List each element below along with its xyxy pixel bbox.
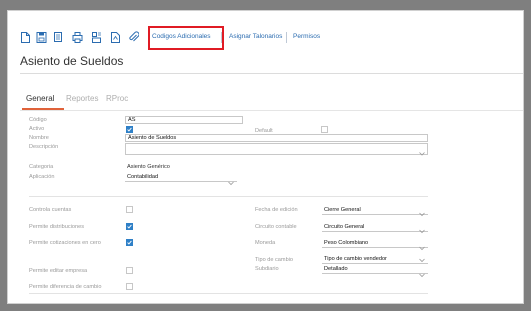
moneda-label: Moneda	[255, 240, 276, 246]
nombre-field[interactable]: Asiento de Sueldos	[125, 134, 428, 142]
chevron-down-icon	[419, 229, 425, 234]
window: Codigos Adicionales Asignar Talonarios P…	[7, 10, 524, 304]
print-icon[interactable]	[72, 31, 83, 44]
tab-general[interactable]: General	[26, 94, 54, 103]
permisos-link[interactable]: Permisos	[293, 33, 320, 40]
activo-label: Activo	[29, 126, 45, 132]
divider	[20, 73, 523, 74]
chevron-down-icon	[419, 258, 425, 263]
permite-editar-empresa-checkbox[interactable]	[126, 267, 133, 274]
categoria-label: Categoria	[29, 164, 54, 170]
new-document-icon[interactable]	[20, 31, 31, 44]
codigo-label: Código	[29, 117, 47, 123]
tab-rproc[interactable]: RProc	[106, 94, 128, 103]
asignar-talonarios-link[interactable]: Asignar Talonarios	[229, 33, 282, 40]
moneda-select[interactable]: Peso Colombiano	[322, 239, 428, 248]
chevron-down-icon	[419, 212, 425, 217]
subdiario-value: Detallado	[324, 266, 348, 272]
descripcion-label: Descripción	[29, 144, 59, 150]
export-icon[interactable]	[110, 31, 121, 44]
chevron-down-icon	[419, 152, 425, 156]
tab-reportes[interactable]: Reportes	[66, 94, 98, 103]
tipo-cambio-value: Tipo de cambio vendedor	[324, 256, 387, 262]
controla-cuentas-checkbox[interactable]	[126, 206, 133, 213]
fecha-edicion-label: Fecha de edición	[255, 207, 298, 213]
subdiario-select[interactable]: Detallado	[322, 265, 428, 274]
circuito-contable-select[interactable]: Circuito General	[322, 223, 428, 232]
divider	[20, 110, 523, 111]
aplicacion-select[interactable]: Contabilidad	[125, 173, 237, 182]
tipo-cambio-select[interactable]: Tipo de cambio vendedor	[322, 255, 428, 264]
fecha-edicion-select[interactable]: Cierre General	[322, 206, 428, 215]
categoria-value: Asiento Genérico	[127, 164, 170, 170]
subdiario-label: Subdiario	[255, 266, 279, 272]
section-divider	[29, 196, 428, 197]
nombre-label: Nombre	[29, 135, 49, 141]
activo-checkbox[interactable]	[126, 126, 133, 133]
chevron-down-icon	[419, 273, 425, 278]
permite-editar-empresa-label: Permite editar empresa	[29, 268, 88, 274]
permite-cotizaciones-label: Permite cotizaciones en cero	[29, 240, 101, 246]
moneda-value: Peso Colombiano	[324, 240, 369, 246]
descripcion-field[interactable]	[125, 143, 428, 155]
circuito-contable-value: Circuito General	[324, 224, 365, 230]
section-divider	[29, 293, 428, 294]
circuito-contable-label: Circuito contable	[255, 224, 297, 230]
fecha-edicion-value: Cierre General	[324, 207, 361, 213]
aplicacion-label: Aplicación	[29, 174, 55, 180]
chevron-down-icon	[419, 246, 425, 251]
permite-distribuciones-checkbox[interactable]	[126, 223, 133, 230]
page-title: Asiento de Sueldos	[20, 54, 124, 68]
permite-diferencia-checkbox[interactable]	[126, 283, 133, 290]
default-checkbox[interactable]	[321, 126, 328, 133]
tipo-cambio-label: Tipo de cambio	[255, 257, 294, 263]
attachment-icon[interactable]	[128, 31, 139, 44]
toolbar: Codigos Adicionales Asignar Talonarios P…	[20, 31, 500, 45]
controla-cuentas-label: Controla cuentas	[29, 207, 72, 213]
toolbar-divider	[286, 32, 287, 43]
permite-diferencia-label: Permite diferencia de cambio	[29, 284, 102, 290]
chevron-down-icon	[228, 181, 234, 186]
copy-icon[interactable]	[53, 31, 64, 44]
permite-cotizaciones-checkbox[interactable]	[126, 239, 133, 246]
codigo-field[interactable]: AS	[125, 116, 243, 124]
archive-icon[interactable]	[91, 31, 102, 44]
highlight-box	[148, 26, 224, 50]
aplicacion-value: Contabilidad	[127, 174, 159, 180]
save-icon[interactable]	[36, 31, 47, 44]
permite-distribuciones-label: Permite distribuciones	[29, 224, 85, 230]
